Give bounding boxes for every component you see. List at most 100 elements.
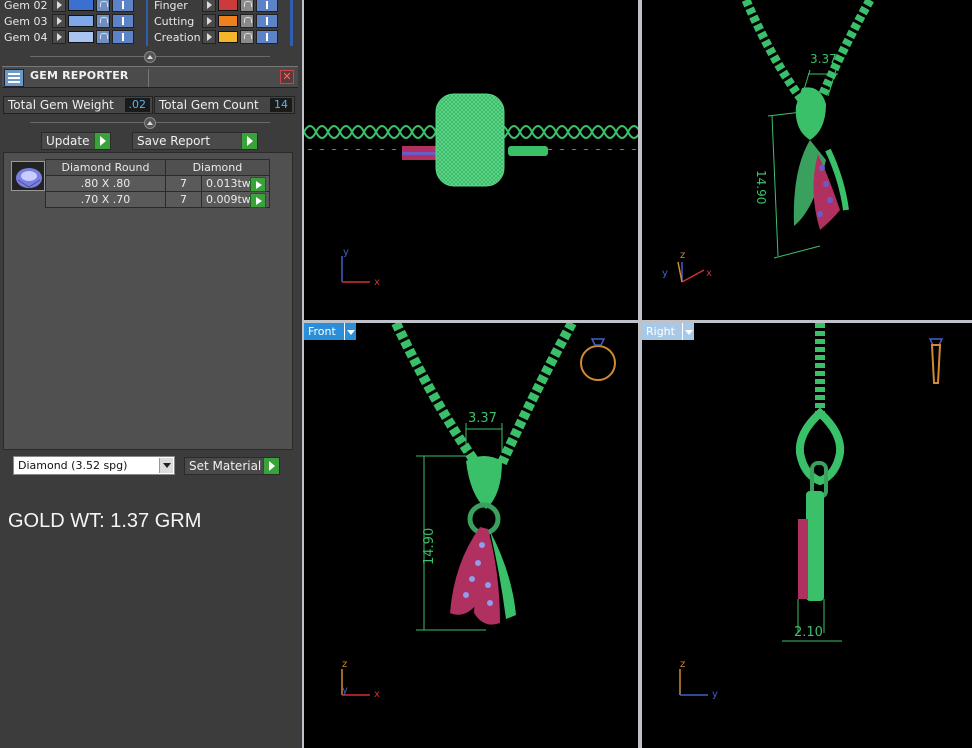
lock-icon[interactable] — [96, 0, 110, 12]
layer-row-finger[interactable]: Finger — [150, 0, 278, 13]
axis-label-z: z — [680, 250, 686, 261]
dimension-height: 14.90 — [422, 527, 437, 565]
axis-label-y: y — [662, 268, 668, 279]
lock-icon[interactable] — [240, 0, 254, 12]
visibility-toggle[interactable] — [256, 30, 278, 44]
row-select-icon[interactable] — [250, 177, 266, 192]
table-row[interactable]: .80 X .80 7 0.013tw — [45, 175, 270, 192]
lock-icon[interactable] — [240, 14, 254, 28]
total-gem-count: Total Gem Count 14 — [154, 96, 295, 114]
color-swatch[interactable] — [218, 0, 238, 11]
color-swatch[interactable] — [218, 31, 238, 43]
collapse-icon[interactable] — [144, 51, 156, 63]
gem-reporter-title: GEM REPORTER — [30, 69, 129, 82]
play-icon[interactable] — [202, 0, 216, 12]
round-diamond-icon[interactable] — [11, 161, 45, 191]
total-gem-weight-label: Total Gem Weight — [8, 98, 114, 112]
layer-row-cutting[interactable]: Cutting — [150, 13, 278, 29]
lock-icon[interactable] — [96, 14, 110, 28]
layer-row-creation[interactable]: Creation — [150, 29, 278, 45]
play-icon[interactable] — [52, 30, 66, 44]
column-header-type: Diamond — [165, 159, 270, 176]
layer-scrollbar[interactable] — [290, 0, 293, 46]
dimension-width: 3.37 — [810, 52, 837, 66]
visibility-toggle[interactable] — [112, 0, 134, 12]
set-material-button[interactable]: Set Material — [184, 457, 280, 475]
color-swatch[interactable] — [68, 0, 94, 11]
table-row[interactable]: .70 X .70 7 0.009tw — [45, 191, 270, 208]
gem-size: .80 X .80 — [45, 175, 166, 192]
dimension-height: 14.90 — [754, 170, 768, 205]
viewport-right[interactable]: Right 2.10 z y — [642, 323, 972, 748]
left-panel: Gem 02 Gem 03 Gem 04 Finger Cutting Crea… — [0, 0, 300, 748]
gold-weight-label: GOLD WT: 1.37 GRM — [8, 510, 202, 532]
gem-count: 7 — [165, 175, 202, 192]
collapse-icon[interactable] — [144, 117, 156, 129]
color-swatch[interactable] — [68, 31, 94, 43]
set-material-label: Set Material — [189, 459, 262, 473]
play-icon[interactable] — [202, 30, 216, 44]
axis-label-x: x — [374, 277, 380, 288]
layer-row-gem-04[interactable]: Gem 04 — [0, 29, 134, 45]
save-report-button[interactable]: Save Report — [132, 132, 258, 150]
axis-label-z: z — [680, 659, 686, 670]
play-icon[interactable] — [52, 0, 66, 12]
right-view-model — [679, 323, 944, 696]
total-gem-weight: Total Gem Weight .02 — [3, 96, 153, 114]
layer-row-gem-03[interactable]: Gem 03 — [0, 13, 134, 29]
viewport-top[interactable]: y x — [304, 0, 638, 320]
total-gem-count-label: Total Gem Count — [159, 98, 259, 112]
gem-count: 7 — [165, 191, 202, 208]
play-icon[interactable] — [202, 14, 216, 28]
close-icon[interactable]: ✕ — [280, 70, 294, 84]
layer-name: Gem 03 — [4, 14, 48, 28]
dimension-depth: 2.10 — [794, 625, 823, 640]
visibility-toggle[interactable] — [256, 14, 278, 28]
gem-list-panel: Diamond Round Diamond .80 X .80 7 0.013t… — [3, 152, 293, 450]
layer-divider — [146, 0, 148, 46]
app-root: Gem 02 Gem 03 Gem 04 Finger Cutting Crea… — [0, 0, 972, 748]
material-select[interactable]: Diamond (3.52 spg) — [13, 456, 175, 475]
layer-name: Finger — [154, 0, 188, 12]
lock-icon[interactable] — [96, 30, 110, 44]
go-icon[interactable] — [94, 133, 110, 149]
go-icon[interactable] — [263, 458, 279, 474]
go-icon[interactable] — [241, 133, 257, 149]
visibility-toggle[interactable] — [256, 0, 278, 12]
layer-name: Creation — [154, 30, 201, 44]
gem-table: Diamond Round Diamond .80 X .80 7 0.013t… — [45, 159, 270, 208]
play-icon[interactable] — [52, 14, 66, 28]
visibility-toggle[interactable] — [112, 14, 134, 28]
lock-icon[interactable] — [240, 30, 254, 44]
axis-label-x: x — [706, 268, 712, 279]
save-report-label: Save Report — [137, 134, 211, 148]
layer-row-gem-02[interactable]: Gem 02 — [0, 0, 134, 13]
header-separator — [148, 69, 149, 87]
color-swatch[interactable] — [68, 15, 94, 27]
front-view-model — [341, 323, 616, 696]
axis-label-y: y — [342, 685, 348, 696]
visibility-toggle[interactable] — [112, 30, 134, 44]
axis-label-z: z — [342, 659, 348, 670]
total-gem-count-value: 14 — [270, 98, 292, 112]
layer-name: Cutting — [154, 14, 195, 28]
gem-reporter-icon — [4, 69, 24, 87]
chevron-down-icon[interactable] — [159, 458, 173, 473]
material-value: Diamond (3.52 spg) — [18, 459, 128, 472]
viewport-area: y x 3.37 14.90 z y x Front 3.37 14.90 z … — [302, 0, 972, 748]
gem-reporter-header: GEM REPORTER ✕ — [2, 66, 298, 88]
dimension-width: 3.37 — [468, 411, 497, 426]
gem-size: .70 X .70 — [45, 191, 166, 208]
axis-label-y: y — [712, 689, 718, 700]
layer-name: Gem 04 — [4, 30, 48, 44]
column-header-shape: Diamond Round — [45, 159, 166, 176]
color-swatch[interactable] — [218, 15, 238, 27]
perspective-view-model — [677, 0, 874, 283]
viewport-perspective[interactable]: 3.37 14.90 z y x — [642, 0, 972, 320]
viewport-front[interactable]: Front 3.37 14.90 z y x — [304, 323, 638, 748]
update-label: Update — [46, 134, 90, 148]
update-button[interactable]: Update — [41, 132, 111, 150]
layer-name: Gem 02 — [4, 0, 48, 12]
axis-label-y: y — [343, 247, 349, 258]
row-select-icon[interactable] — [250, 193, 266, 208]
